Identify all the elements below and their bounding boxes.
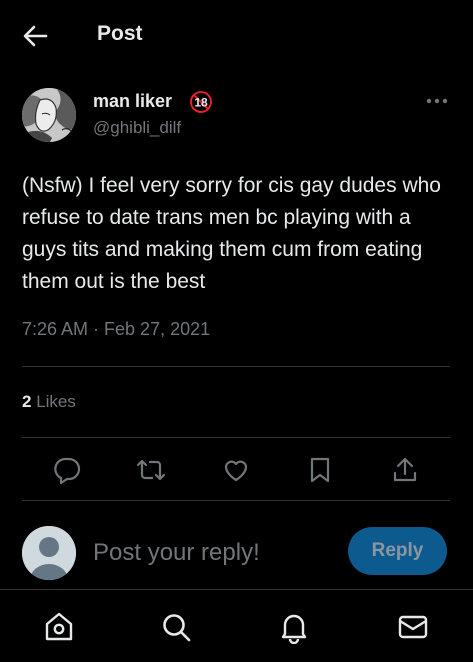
page-title: Post xyxy=(97,22,143,45)
search-icon[interactable] xyxy=(159,610,193,644)
author-avatar[interactable] xyxy=(22,88,76,142)
default-avatar-icon xyxy=(22,526,76,580)
divider xyxy=(22,366,450,367)
reply-button[interactable]: Reply xyxy=(348,527,447,575)
likes-label: Likes xyxy=(36,392,76,411)
share-icon[interactable] xyxy=(390,455,420,485)
bookmark-icon[interactable] xyxy=(305,455,335,485)
top-bar: Post xyxy=(0,0,473,70)
author-handle[interactable]: @ghibli_dilf xyxy=(93,118,181,138)
divider xyxy=(22,500,450,501)
home-icon[interactable] xyxy=(42,610,76,644)
reply-input[interactable] xyxy=(93,533,333,573)
no-under-18-icon: 18 xyxy=(189,90,213,114)
notifications-icon[interactable] xyxy=(277,610,311,644)
messages-icon[interactable] xyxy=(396,610,430,644)
more-icon[interactable] xyxy=(424,92,450,110)
divider xyxy=(22,437,450,438)
post-timestamp[interactable]: 7:26 AM · Feb 27, 2021 xyxy=(22,319,210,340)
repost-icon[interactable] xyxy=(136,455,166,485)
likes-count: 2 xyxy=(22,392,32,411)
bottom-nav xyxy=(0,589,473,662)
back-arrow-icon[interactable] xyxy=(20,22,50,50)
likes-count-link[interactable]: 2 Likes xyxy=(22,392,76,412)
badge-18-text: 18 xyxy=(194,96,208,110)
author-name[interactable]: man liker xyxy=(93,91,172,112)
like-icon[interactable] xyxy=(221,455,251,485)
reply-icon[interactable] xyxy=(52,455,82,485)
post-text: (Nsfw) I feel very sorry for cis gay dud… xyxy=(22,174,441,293)
